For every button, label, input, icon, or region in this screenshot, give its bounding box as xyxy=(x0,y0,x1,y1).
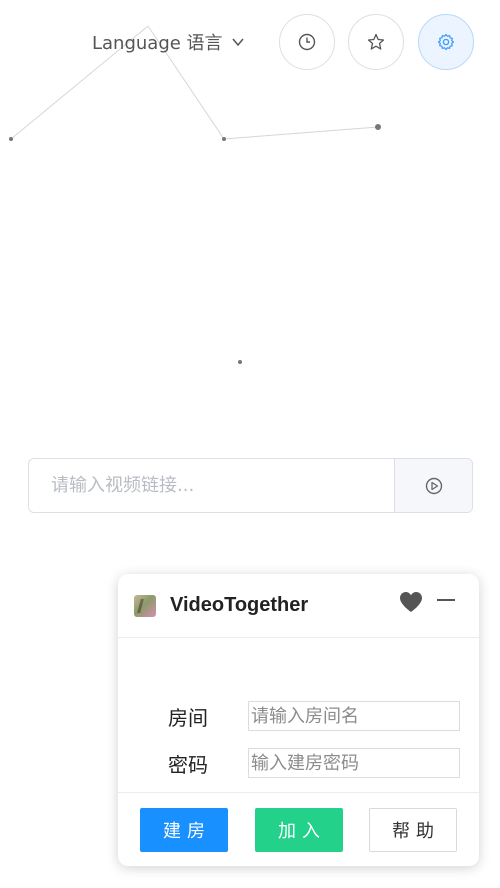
play-circle-icon xyxy=(425,477,442,494)
videotogether-logo xyxy=(134,594,156,617)
chevron-down-icon xyxy=(231,38,244,47)
password-row: 密码 xyxy=(118,748,479,778)
room-password-input[interactable] xyxy=(248,748,460,778)
favorites-button[interactable] xyxy=(348,14,404,70)
room-name-input[interactable] xyxy=(248,701,460,731)
star-icon xyxy=(367,33,385,50)
minimize-icon xyxy=(437,599,455,601)
language-selector[interactable]: Language 语言 xyxy=(92,28,245,56)
minimize-button[interactable] xyxy=(434,588,458,612)
gear-icon xyxy=(437,33,455,51)
help-button[interactable]: 帮助 xyxy=(369,808,457,852)
particle-dot xyxy=(238,360,242,364)
history-button[interactable] xyxy=(279,14,335,70)
video-url-input[interactable] xyxy=(29,459,394,512)
settings-button[interactable] xyxy=(418,14,474,70)
video-url-bar xyxy=(28,458,473,513)
password-label: 密码 xyxy=(168,752,208,777)
room-label: 房间 xyxy=(168,705,208,730)
videotogether-header: VideoTogether xyxy=(118,574,479,638)
particle-dot xyxy=(375,124,381,130)
videotogether-panel: VideoTogether 房间 密码 建房 加入 帮助 xyxy=(118,574,479,866)
play-button[interactable] xyxy=(394,459,472,512)
clock-icon xyxy=(298,33,316,51)
particle-dot xyxy=(222,137,226,141)
create-room-button[interactable]: 建房 xyxy=(140,808,228,852)
join-room-button[interactable]: 加入 xyxy=(255,808,343,852)
room-row: 房间 xyxy=(118,701,479,731)
language-label: Language 语言 xyxy=(92,33,223,54)
videotogether-title: VideoTogether xyxy=(170,594,309,616)
particle-dot xyxy=(9,137,13,141)
videotogether-footer: 建房 加入 帮助 xyxy=(118,792,479,866)
heart-icon[interactable] xyxy=(399,591,423,613)
